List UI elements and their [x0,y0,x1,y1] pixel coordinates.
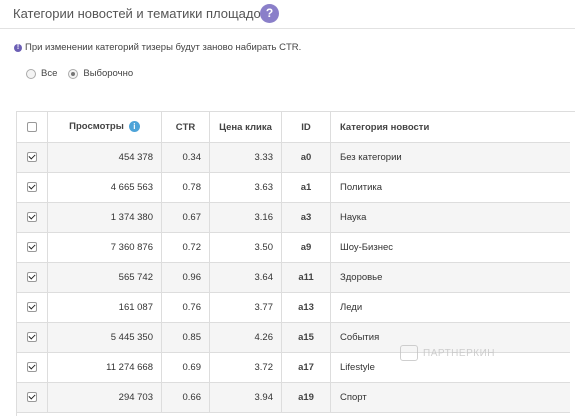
category-header[interactable]: Категория новости [330,112,570,143]
select-all-cell [17,112,48,143]
row-checkbox[interactable] [27,212,37,223]
ctr-cell: 0.96 [161,262,210,293]
id-cell: a1 [281,172,331,203]
views-cell: 294 703 [47,382,162,413]
views-cell: 1 374 380 [47,202,162,233]
price-cell: 4.26 [209,322,282,353]
id-cell: a19 [281,382,331,413]
notice-text: При изменении категорий тизеры будут зан… [25,42,302,53]
id-cell: a9 [281,232,331,263]
id-header[interactable]: ID [281,112,331,143]
table-row: 565 742 0.96 3.64 a11 Здоровье [17,262,570,293]
id-cell: a0 [281,142,331,173]
help-icon[interactable]: ? [260,4,279,23]
views-cell: 454 378 [47,142,162,173]
category-cell: Спорт [330,382,570,413]
radio-all[interactable] [26,68,36,79]
price-cell: 3.72 [209,352,282,383]
views-cell: 565 742 [47,262,162,293]
row-checkbox[interactable] [27,152,37,163]
ctr-cell: 0.78 [161,172,210,203]
row-check-cell [17,322,48,353]
row-check-cell [17,382,48,413]
table-row: 7 360 876 0.72 3.50 a9 Шоу-Бизнес [17,232,570,263]
row-check-cell [17,202,48,233]
views-cell: 11 274 668 [47,352,162,383]
price-cell: 3.50 [209,232,282,263]
price-cell: 3.33 [209,142,282,173]
table-row: 294 703 0.66 3.94 a19 Спорт [17,382,570,413]
section-title: Категории новостей и тематики площадок [13,6,267,21]
row-checkbox[interactable] [27,302,37,313]
ctr-cell: 0.67 [161,202,210,233]
category-cell: Без категории [330,142,570,173]
radio-selective-label[interactable]: Выборочно [83,68,133,79]
ctr-cell: 0.72 [161,232,210,263]
views-cell: 5 445 350 [47,322,162,353]
price-cell: 3.94 [209,382,282,413]
id-cell: a17 [281,352,331,383]
radio-selective[interactable] [68,68,79,79]
category-cell: Шоу-Бизнес [330,232,570,263]
watermark-text: ПАРТНЕРКИН [423,347,495,359]
row-check-cell [17,292,48,323]
ctr-cell: 0.66 [161,382,210,413]
id-cell: a15 [281,322,331,353]
section-header: Категории новостей и тематики площадок ? [0,0,575,29]
table-row: 161 087 0.76 3.77 a13 Леди [17,292,570,323]
row-checkbox[interactable] [27,242,37,253]
price-header[interactable]: Цена клика [209,112,282,143]
price-cell: 3.63 [209,172,282,203]
watermark-logo-icon [400,345,418,361]
ctr-notice: ! При изменении категорий тизеры будут з… [14,42,301,53]
table-header-row: Просмотры i CTR Цена клика ID Категория н… [17,112,570,143]
category-cell: Наука [330,202,570,233]
row-check-cell [17,262,48,293]
category-cell: Леди [330,292,570,323]
views-cell: 4 665 563 [47,172,162,203]
price-cell: 3.77 [209,292,282,323]
price-cell: 3.64 [209,262,282,293]
id-cell: a3 [281,202,331,233]
ctr-cell: 0.34 [161,142,210,173]
radio-all-label[interactable]: Все [41,68,57,79]
views-cell: 7 360 876 [47,232,162,263]
table-row: 1 374 380 0.67 3.16 a3 Наука [17,202,570,233]
category-cell: Здоровье [330,262,570,293]
row-check-cell [17,232,48,263]
row-checkbox[interactable] [27,362,37,373]
ctr-header[interactable]: CTR [161,112,210,143]
row-check-cell [17,352,48,383]
views-cell: 161 087 [47,292,162,323]
row-checkbox[interactable] [27,392,37,403]
categories-table: Просмотры i CTR Цена клика ID Категория н… [16,111,575,416]
select-all-checkbox[interactable] [27,121,37,132]
row-check-cell [17,172,48,203]
id-cell: a13 [281,292,331,323]
id-cell: a11 [281,262,331,293]
row-checkbox[interactable] [27,332,37,343]
ctr-cell: 0.76 [161,292,210,323]
watermark: ПАРТНЕРКИН [400,345,495,361]
row-check-cell [17,142,48,173]
ctr-cell: 0.85 [161,322,210,353]
category-filter: Все Выборочно [26,68,144,79]
row-checkbox[interactable] [27,272,37,283]
table-row: 4 665 563 0.78 3.63 a1 Политика [17,172,570,203]
exclamation-icon: ! [14,43,22,52]
ctr-cell: 0.69 [161,352,210,383]
info-icon[interactable]: i [128,121,140,133]
views-header[interactable]: Просмотры i [47,112,162,143]
price-cell: 3.16 [209,202,282,233]
table-row: 454 378 0.34 3.33 a0 Без категории [17,142,570,173]
row-checkbox[interactable] [27,182,37,193]
views-header-label: Просмотры [69,121,124,133]
category-cell: Политика [330,172,570,203]
